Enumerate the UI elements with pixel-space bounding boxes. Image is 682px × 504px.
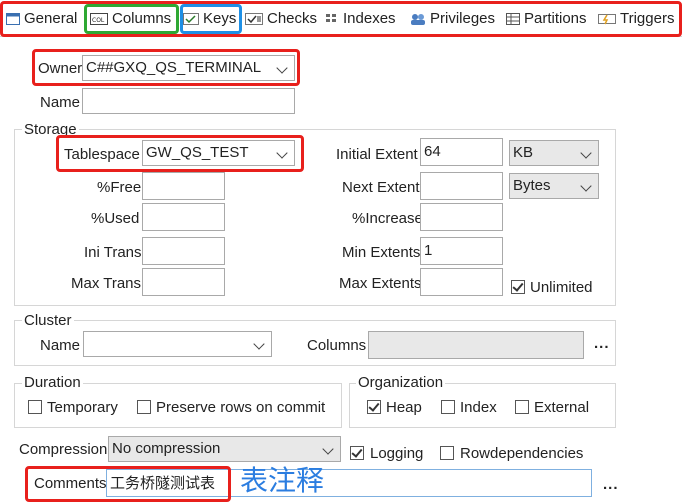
cluster-columns-field[interactable] xyxy=(368,331,584,359)
external-label: External xyxy=(534,399,590,416)
unlimited-label: Unlimited xyxy=(530,279,593,296)
next-extent-unit-value: Bytes xyxy=(513,177,551,194)
name-field[interactable] xyxy=(82,88,295,114)
chevron-down-icon xyxy=(580,180,592,192)
rowdependencies-label: Rowdependencies xyxy=(460,445,584,462)
temporary-checkbox[interactable] xyxy=(28,400,42,414)
increase-field[interactable] xyxy=(420,203,503,231)
comments-ellipsis-button[interactable]: ... xyxy=(603,476,619,493)
min-extents-field[interactable]: 1 xyxy=(420,237,503,265)
used-field[interactable] xyxy=(142,203,225,231)
logging-checkbox[interactable] xyxy=(350,446,364,460)
cluster-columns-label: Columns xyxy=(307,337,367,354)
unlimited-checkbox[interactable] xyxy=(511,280,525,294)
increase-label: %Increase xyxy=(352,210,423,227)
chevron-down-icon xyxy=(322,443,334,455)
max-extents-label: Max Extents xyxy=(339,275,422,292)
cluster-columns-ellipsis-button[interactable]: ... xyxy=(594,335,610,352)
ini-trans-field[interactable] xyxy=(142,237,225,265)
external-checkbox[interactable] xyxy=(515,400,529,414)
compression-value: No compression xyxy=(112,440,221,457)
initial-extent-field[interactable]: 64 xyxy=(420,138,503,166)
max-trans-field[interactable] xyxy=(142,268,225,296)
index-label: Index xyxy=(460,399,497,416)
max-trans-label: Max Trans xyxy=(71,275,142,292)
highlight-tablespace-red xyxy=(56,135,304,172)
initial-extent-unit-select[interactable]: KB xyxy=(509,140,599,166)
index-checkbox[interactable] xyxy=(441,400,455,414)
next-extent-field[interactable] xyxy=(420,172,503,200)
preserve-rows-label: Preserve rows on commit xyxy=(156,399,326,416)
duration-title: Duration xyxy=(22,374,83,391)
initial-extent-unit-value: KB xyxy=(513,144,534,161)
heap-checkbox[interactable] xyxy=(367,400,381,414)
min-extents-label: Min Extents xyxy=(342,244,421,261)
free-field[interactable] xyxy=(142,172,225,200)
logging-label: Logging xyxy=(370,445,424,462)
max-extents-field[interactable] xyxy=(420,268,503,296)
heap-label: Heap xyxy=(386,399,422,416)
next-extent-unit-select[interactable]: Bytes xyxy=(509,173,599,199)
highlight-columns-green xyxy=(84,4,179,34)
highlight-comments-red xyxy=(25,466,231,502)
temporary-label: Temporary xyxy=(47,399,118,416)
cluster-name-select[interactable] xyxy=(83,331,272,357)
ini-trans-label: Ini Trans xyxy=(84,244,142,261)
next-extent-label: Next Extent xyxy=(342,179,420,196)
comments-annotation: 表注释 xyxy=(240,464,325,497)
highlight-keys-blue xyxy=(180,4,242,34)
compression-label: Compression xyxy=(19,441,108,458)
initial-extent-label: Initial Extent xyxy=(336,146,418,163)
chevron-down-icon xyxy=(253,338,265,350)
used-label: %Used xyxy=(91,210,140,227)
cluster-title: Cluster xyxy=(22,312,74,329)
preserve-rows-checkbox[interactable] xyxy=(137,400,151,414)
free-label: %Free xyxy=(97,179,142,196)
organization-title: Organization xyxy=(356,374,446,391)
cluster-name-label: Name xyxy=(40,337,81,354)
highlight-owner-red xyxy=(32,49,300,86)
chevron-down-icon xyxy=(580,147,592,159)
rowdependencies-checkbox[interactable] xyxy=(440,446,454,460)
name-label: Name xyxy=(40,94,81,111)
